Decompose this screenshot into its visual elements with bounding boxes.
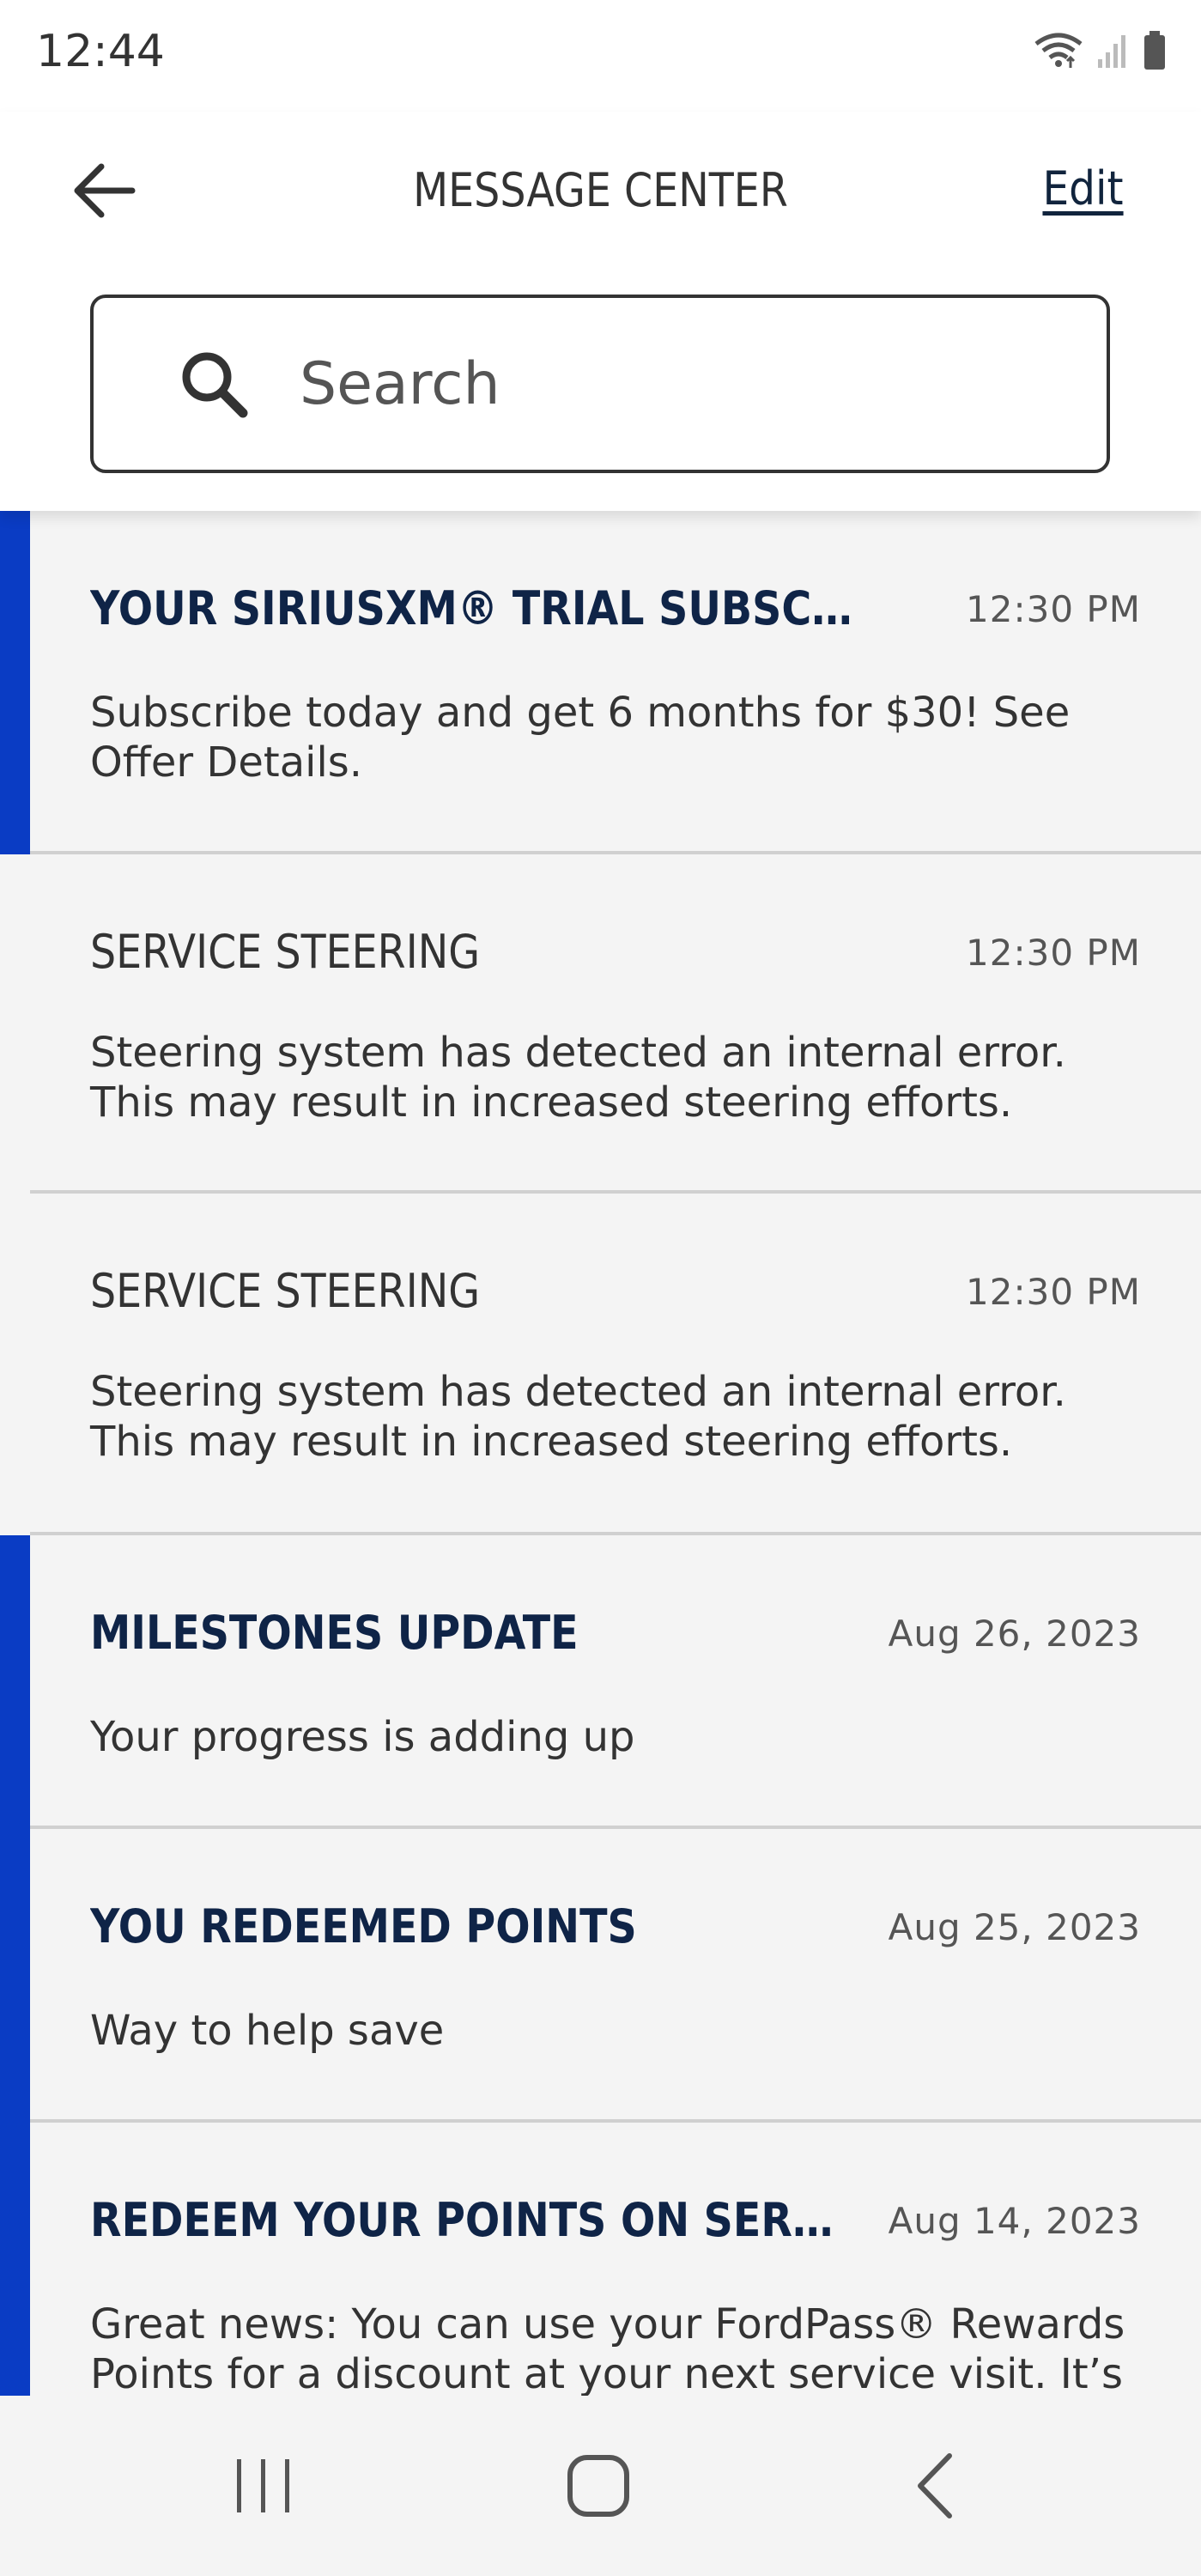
message-title: REDEEM YOUR POINTS ON SERVICE. [90,2193,853,2247]
unread-indicator [0,2123,30,2396]
message-title: YOUR SIRIUSXM® TRIAL SUBSCRIPTIO... [90,581,853,635]
message-title: SERVICE STEERING [90,925,481,979]
search-input[interactable] [300,341,1055,427]
message-date: 12:30 PM [966,588,1141,630]
signal-icon [1096,32,1131,74]
message-item[interactable]: SERVICE STEERING 12:30 PM Steering syste… [0,1194,1201,1535]
message-body: Great news: You can use your FordPass® R… [90,2300,1125,2396]
message-body: Way to help save [90,2007,445,2055]
message-date: 12:30 PM [966,1271,1141,1313]
edit-button[interactable]: Edit [1043,161,1124,216]
unread-indicator [0,1535,30,1829]
message-item[interactable]: YOU REDEEMED POINTS Aug 25, 2023 Way to … [0,1829,1201,2123]
message-body: Subscribe today and get 6 months for $30… [90,689,1071,787]
status-time: 12:44 [36,26,165,77]
system-nav-bar [0,2396,1201,2576]
home-icon [548,2455,651,2528]
search-bar[interactable] [90,295,1110,473]
message-title: SERVICE STEERING [90,1264,481,1318]
message-body: Your progress is adding up [90,1713,635,1761]
back-nav-icon [884,2453,987,2528]
message-title: YOU REDEEMED POINTS [90,1899,637,1953]
status-bar: 12:44 [0,0,1201,112]
recent-apps-icon [211,2459,314,2528]
status-icons [1033,31,1167,75]
unread-indicator [0,1829,30,2123]
message-date: Aug 25, 2023 [888,1906,1141,1948]
message-item[interactable]: SERVICE STEERING 12:30 PM Steering syste… [0,854,1201,1194]
message-body: Steering system has detected an internal… [90,1368,1066,1466]
home-button[interactable] [548,2447,651,2524]
message-date: Aug 14, 2023 [888,2200,1141,2242]
page-title: MESSAGE CENTER [413,163,788,217]
message-date: Aug 26, 2023 [888,1613,1141,1655]
app-screen: 12:44 MESSAGE CENTER Edit Search YOUR SI… [0,0,1201,2576]
search-icon [176,346,253,423]
message-list: YOUR SIRIUSXM® TRIAL SUBSCRIPTIO... 12:3… [0,511,1201,2396]
app-header: MESSAGE CENTER Edit [0,112,1201,511]
recent-apps-button[interactable] [211,2447,314,2524]
wifi-icon [1033,32,1084,74]
message-item[interactable]: YOUR SIRIUSXM® TRIAL SUBSCRIPTIO... 12:3… [0,511,1201,854]
message-item[interactable]: MILESTONES UPDATE Aug 26, 2023 Your prog… [0,1535,1201,1829]
unread-indicator [0,511,30,854]
message-item[interactable]: REDEEM YOUR POINTS ON SERVICE. Aug 14, 2… [0,2123,1201,2396]
message-title: MILESTONES UPDATE [90,1606,579,1660]
message-body: Steering system has detected an internal… [90,1029,1066,1127]
battery-icon [1143,31,1167,75]
message-date: 12:30 PM [966,932,1141,974]
back-nav-button[interactable] [884,2447,987,2524]
